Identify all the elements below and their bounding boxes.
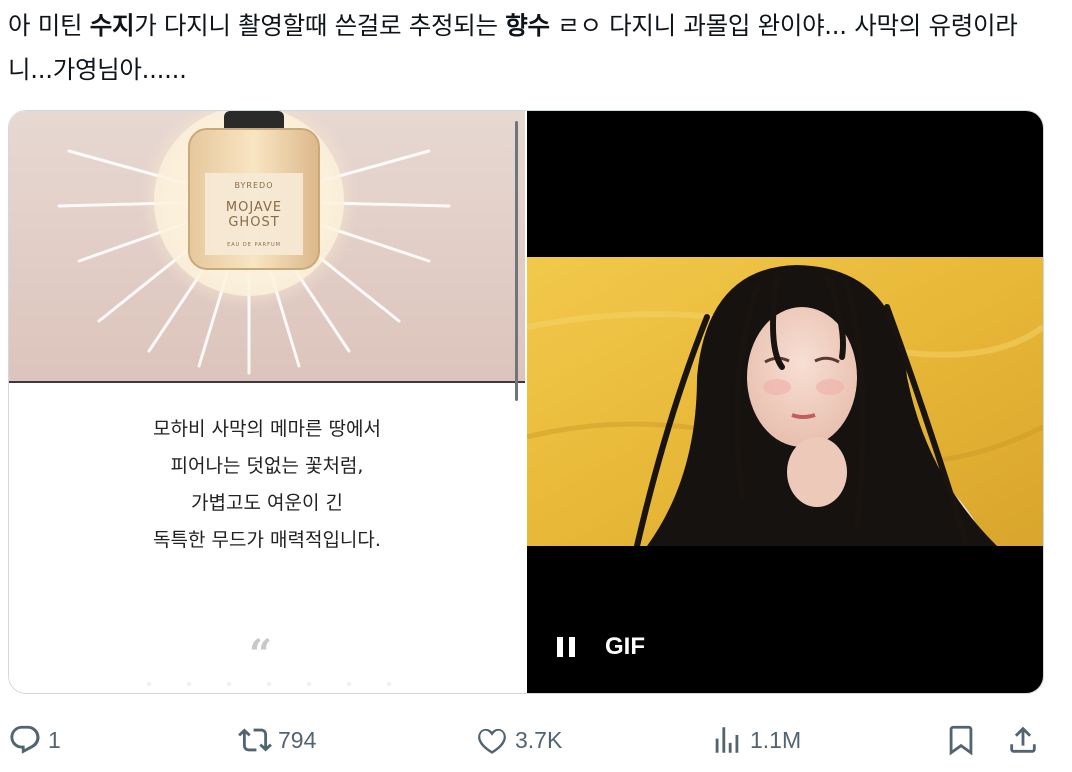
repost-icon [238, 728, 272, 752]
gif-badge: GIF [605, 633, 645, 660]
description-line: 독특한 무드가 매력적입니다. [153, 529, 381, 551]
perfume-description: 모하비 사막의 메마른 땅에서 피어나는 덧없는 꽃처럼, 가볍고도 여운이 긴… [9, 411, 525, 559]
tweet-text-part: 아 미틴 [8, 11, 90, 40]
description-line: 피어나는 덧없는 꽃처럼, [170, 455, 364, 477]
faded-text-remnant [147, 682, 391, 686]
perfume-brand: BYREDO [234, 181, 274, 190]
repost-count: 794 [278, 726, 317, 753]
media-card: BYREDO MOJAVE GHOST EAU DE PARFUM 모하비 사막… [8, 110, 1044, 694]
perfume-subtitle: EAU DE PARFUM [227, 242, 281, 248]
reply-count: 1 [48, 726, 61, 753]
reply-button[interactable]: 1 [8, 718, 61, 762]
perfume-name-line1: MOJAVE [225, 200, 283, 215]
views-button[interactable]: 1.1M [710, 718, 801, 762]
views-count: 1.1M [750, 726, 802, 753]
share-button[interactable] [1006, 718, 1040, 762]
tweet-action-bar: 1 794 3.7K 1.1M [0, 718, 1072, 762]
quote-mark: “ [249, 631, 273, 678]
like-button[interactable]: 3.7K [475, 718, 562, 762]
repost-button[interactable]: 794 [238, 718, 316, 762]
bookmark-icon [949, 725, 973, 756]
media-gif-right[interactable]: GIF [527, 111, 1043, 693]
heart-icon [478, 728, 506, 754]
tweet-text-bold: 향수 [505, 11, 550, 40]
description-line: 모하비 사막의 메마른 땅에서 [153, 418, 381, 440]
perfume-name-line2: GHOST [228, 215, 280, 230]
perfume-label: BYREDO MOJAVE GHOST EAU DE PARFUM [205, 181, 303, 248]
reply-icon [10, 725, 40, 754]
analytics-icon [715, 727, 739, 753]
tweet-text: 아 미틴 수지가 다지니 촬영할때 쓴걸로 추정되는 향수 ㄹㅇ 다지니 과몰입… [8, 4, 1048, 92]
tweet-text-bold: 수지 [89, 11, 135, 40]
tweet-text-part: 가 다지니 촬영할때 쓴걸로 추정되는 [134, 11, 506, 40]
like-count: 3.7K [515, 726, 563, 753]
gif-controls: GIF [557, 633, 645, 661]
image-divider [9, 381, 525, 383]
scrollbar[interactable] [515, 121, 518, 401]
share-icon [1010, 726, 1036, 753]
description-line: 가볍고도 여운이 긴 [191, 492, 343, 514]
media-image-left[interactable]: BYREDO MOJAVE GHOST EAU DE PARFUM 모하비 사막… [9, 111, 525, 693]
pause-icon[interactable] [557, 634, 579, 660]
bookmark-button[interactable] [944, 718, 978, 762]
gif-frame [527, 257, 1043, 546]
